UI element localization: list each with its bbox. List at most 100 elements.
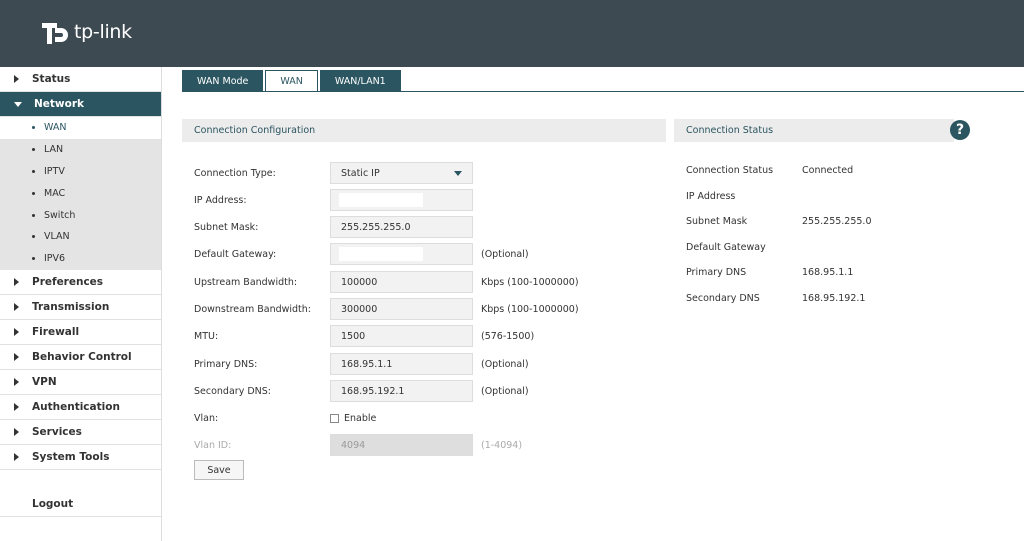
bullet-icon (32, 213, 35, 217)
sidebar-item-status[interactable]: Status (0, 67, 161, 92)
bullet-icon (32, 126, 35, 130)
sidebar-nav: Status Network WAN LAN IPTV MAC Switch V… (0, 67, 162, 541)
tab-wan-lan1[interactable]: WAN/LAN1 (319, 70, 401, 92)
vlan-enable-label[interactable]: Enable (344, 413, 376, 424)
status-key: Default Gateway (686, 241, 766, 253)
sidebar-item-system-tools[interactable]: System Tools (0, 444, 161, 470)
default-gateway-label: Default Gateway: (194, 248, 277, 260)
sidebar-subitem-vlan[interactable]: VLAN (0, 226, 161, 248)
chevron-right-icon (14, 452, 19, 461)
save-button[interactable]: Save (194, 460, 244, 480)
chevron-down-icon (454, 170, 462, 176)
status-key: Subnet Mask (686, 215, 748, 227)
status-value: Connected (802, 164, 854, 176)
sidebar-item-preferences[interactable]: Preferences (0, 269, 161, 295)
status-value: 255.255.255.0 (802, 215, 872, 227)
redacted-value (339, 247, 423, 261)
connection-type-label: Connection Type: (194, 167, 276, 179)
ip-address-input[interactable] (330, 189, 473, 211)
ip-address-row: IP Address: (194, 189, 473, 211)
sidebar-subitem-iptv[interactable]: IPTV (0, 161, 161, 183)
sidebar-subitem-wan[interactable]: WAN (0, 117, 161, 139)
sidebar-item-label: Services (32, 425, 82, 438)
tab-divider (182, 91, 1024, 92)
sidebar-item-label: Firewall (32, 325, 80, 338)
connection-type-value: Static IP (341, 167, 380, 179)
connection-status-header: Connection Status (674, 119, 954, 142)
mtu-row: MTU: 1500 (576-1500) (194, 325, 534, 347)
subnet-mask-row: Subnet Mask: 255.255.255.0 (194, 216, 473, 238)
status-value: 168.95.192.1 (802, 292, 866, 304)
vlan-row: Vlan: Enable (194, 407, 376, 429)
bullet-icon (32, 257, 35, 261)
primary-dns-row: Primary DNS: 168.95.1.1 (Optional) (194, 353, 529, 375)
upstream-bandwidth-hint: Kbps (100-1000000) (481, 276, 579, 288)
status-row: Primary DNS 168.95.1.1 (686, 264, 853, 280)
mtu-input[interactable]: 1500 (330, 325, 473, 347)
vlan-id-row: Vlan ID: 4094 (1-4094) (194, 434, 522, 456)
primary-dns-hint: (Optional) (481, 358, 529, 370)
sidebar-subitem-label: WAN (44, 122, 67, 134)
logout-link[interactable]: Logout (0, 492, 161, 517)
chevron-down-icon (14, 101, 22, 107)
tab-wan-mode[interactable]: WAN Mode (182, 70, 264, 92)
sidebar-item-authentication[interactable]: Authentication (0, 394, 161, 420)
chevron-right-icon (14, 75, 19, 83)
connection-type-select[interactable]: Static IP (330, 162, 473, 184)
upstream-bandwidth-row: Upstream Bandwidth: 100000 Kbps (100-100… (194, 271, 579, 293)
bullet-icon (32, 169, 35, 173)
chevron-right-icon (14, 327, 19, 336)
sidebar-item-label: Preferences (32, 275, 104, 288)
sidebar-subitem-label: LAN (44, 144, 64, 156)
primary-dns-input[interactable]: 168.95.1.1 (330, 353, 473, 375)
sidebar-subitem-mac[interactable]: MAC (0, 182, 161, 204)
sidebar-subitem-lan[interactable]: LAN (0, 139, 161, 161)
status-row: IP Address (686, 188, 802, 204)
downstream-bandwidth-hint: Kbps (100-1000000) (481, 303, 579, 315)
status-key: Connection Status (686, 164, 774, 176)
sidebar-item-network[interactable]: Network (0, 92, 161, 117)
sidebar-subitem-label: IPTV (44, 165, 65, 177)
sidebar-item-label: Status (32, 73, 71, 85)
sidebar-item-label: VPN (32, 375, 57, 388)
upstream-bandwidth-input[interactable]: 100000 (330, 271, 473, 293)
question-icon[interactable]: ? (950, 120, 970, 140)
sidebar-item-services[interactable]: Services (0, 419, 161, 445)
vlan-id-hint: (1-4094) (481, 439, 523, 451)
redacted-value (339, 193, 423, 207)
chevron-right-icon (14, 302, 19, 311)
sidebar-item-label: Authentication (32, 400, 120, 413)
bullet-icon (32, 235, 35, 239)
status-key: IP Address (686, 190, 736, 202)
sidebar-subitem-ipv6[interactable]: IPV6 (0, 248, 161, 270)
sidebar-item-firewall[interactable]: Firewall (0, 319, 161, 345)
tab-wan[interactable]: WAN (265, 70, 318, 92)
sidebar-item-transmission[interactable]: Transmission (0, 294, 161, 320)
top-header: tp-link (0, 0, 1024, 67)
upstream-bandwidth-label: Upstream Bandwidth: (194, 276, 298, 288)
chevron-right-icon (14, 352, 19, 361)
secondary-dns-input[interactable]: 168.95.192.1 (330, 380, 473, 402)
sidebar-subitem-label: IPV6 (44, 253, 66, 265)
secondary-dns-row: Secondary DNS: 168.95.192.1 (Optional) (194, 380, 529, 402)
sidebar-subitem-switch[interactable]: Switch (0, 204, 161, 226)
tp-link-logo-icon (38, 16, 70, 48)
secondary-dns-label: Secondary DNS: (194, 385, 271, 397)
vlan-label: Vlan: (194, 412, 219, 424)
sidebar-item-vpn[interactable]: VPN (0, 369, 161, 395)
connection-type-row: Connection Type: Static IP (194, 162, 473, 184)
downstream-bandwidth-input[interactable]: 300000 (330, 298, 473, 320)
sidebar-subitem-label: Switch (44, 209, 76, 221)
network-submenu: WAN LAN IPTV MAC Switch VLAN IPV6 (0, 117, 161, 270)
subnet-mask-input[interactable]: 255.255.255.0 (330, 216, 473, 238)
downstream-bandwidth-row: Downstream Bandwidth: 300000 Kbps (100-1… (194, 298, 579, 320)
status-value: 168.95.1.1 (802, 266, 854, 278)
sidebar-item-behavior-control[interactable]: Behavior Control (0, 344, 161, 370)
vlan-id-label: Vlan ID: (194, 439, 232, 451)
status-key: Secondary DNS (686, 292, 760, 304)
vlan-enable-checkbox[interactable] (330, 413, 339, 423)
default-gateway-input[interactable] (330, 243, 473, 265)
chevron-right-icon (14, 377, 19, 386)
mtu-label: MTU: (194, 330, 219, 342)
connection-configuration-header: Connection Configuration (182, 119, 666, 142)
